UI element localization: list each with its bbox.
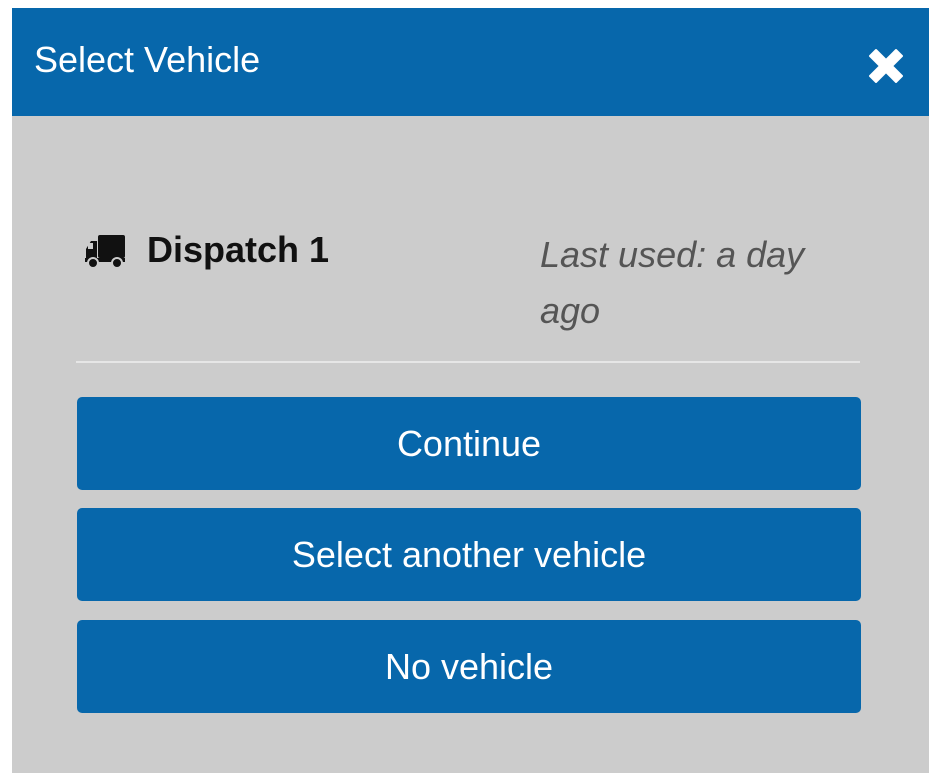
close-icon — [869, 49, 903, 83]
no-vehicle-button[interactable]: No vehicle — [77, 620, 861, 713]
select-another-vehicle-button[interactable]: Select another vehicle — [77, 508, 861, 601]
last-used-text: Last used: a day ago — [540, 234, 805, 331]
vehicle-name: Dispatch 1 — [147, 229, 330, 270]
vehicle-row: Dispatch 1 Last used: a day ago — [85, 223, 865, 353]
dialog-title: Select Vehicle — [34, 39, 261, 80]
continue-button[interactable]: Continue — [77, 397, 861, 490]
truck-icon — [85, 235, 125, 269]
dialog-header: Select Vehicle — [12, 8, 929, 116]
select-vehicle-dialog: Select Vehicle Dispatch 1 Last used: a d… — [12, 8, 929, 773]
close-button[interactable] — [866, 46, 906, 86]
divider — [76, 361, 860, 363]
